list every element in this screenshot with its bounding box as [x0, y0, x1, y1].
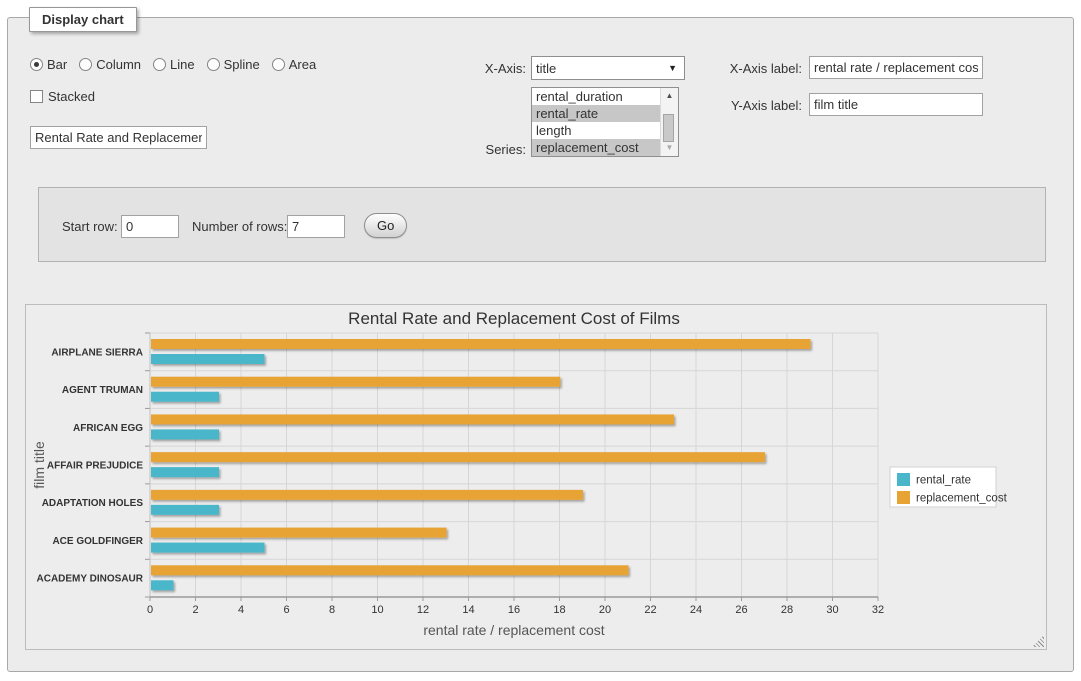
x-tick-label: 28	[781, 604, 793, 616]
x-tick-label: 6	[283, 604, 289, 616]
chart-title: Rental Rate and Replacement Cost of Film…	[348, 309, 680, 328]
radio-icon[interactable]	[207, 58, 220, 71]
chart-type-radiogroup: Bar Column Line Spline Area	[30, 57, 316, 72]
x-tick-label: 22	[644, 604, 656, 616]
go-button[interactable]: Go	[364, 213, 407, 238]
x-tick-label: 4	[238, 604, 244, 616]
bar-rental_rate[interactable]	[151, 467, 219, 477]
start-row-input[interactable]	[121, 215, 179, 238]
radio-area[interactable]: Area	[272, 57, 316, 72]
y-axis-label-input[interactable]	[809, 93, 983, 116]
chevron-down-icon: ▼	[668, 63, 677, 73]
radio-icon[interactable]	[272, 58, 285, 71]
series-option-rental_rate[interactable]: rental_rate	[532, 105, 660, 122]
bar-rental_rate[interactable]	[151, 505, 219, 515]
x-tick-label: 26	[735, 604, 747, 616]
display-chart-fieldset: Display chart BarColumnLineSplineArea St…	[7, 17, 1074, 672]
radio-label: Area	[289, 57, 316, 72]
x-axis-label-label: X-Axis label:	[702, 61, 802, 76]
x-tick-label: 14	[462, 604, 474, 616]
x-axis-selected-value: title	[536, 61, 668, 76]
x-tick-label: 20	[599, 604, 611, 616]
radio-icon[interactable]	[30, 58, 43, 71]
x-tick-label: 2	[192, 604, 198, 616]
series-option-rental_duration[interactable]: rental_duration	[532, 88, 660, 105]
series-listbox-label: Series:	[436, 142, 526, 157]
radio-spline[interactable]: Spline	[207, 57, 260, 72]
scroll-up-icon[interactable]: ▲	[661, 89, 678, 103]
rows-panel: Start row: Number of rows: Go	[38, 187, 1046, 262]
series-option-replacement_cost[interactable]: replacement_cost	[532, 139, 660, 156]
legend-label-replacement_cost[interactable]: replacement_cost	[916, 493, 1008, 505]
bar-rental_rate[interactable]	[151, 429, 219, 439]
bar-rental_rate[interactable]	[151, 543, 265, 553]
series-listbox-items: rental_durationrental_ratelengthreplacem…	[532, 88, 660, 156]
category-label: ADAPTATION HOLES	[42, 498, 144, 509]
radio-line[interactable]: Line	[153, 57, 195, 72]
fieldset-legend: Display chart	[29, 7, 137, 32]
y-axis-label-label: Y-Axis label:	[702, 98, 802, 113]
x-tick-label: 16	[508, 604, 520, 616]
bar-replacement_cost[interactable]	[151, 490, 583, 500]
series-listbox[interactable]: rental_durationrental_ratelengthreplacem…	[531, 87, 679, 157]
radio-column[interactable]: Column	[79, 57, 141, 72]
legend-label-rental_rate[interactable]: rental_rate	[916, 475, 971, 487]
x-tick-label: 12	[417, 604, 429, 616]
stacked-checkbox[interactable]: Stacked	[30, 89, 95, 104]
x-tick-label: 8	[329, 604, 335, 616]
radio-icon[interactable]	[79, 58, 92, 71]
category-label: ACADEMY DINOSAUR	[37, 574, 144, 585]
scroll-down-icon[interactable]: ▼	[661, 141, 678, 155]
bar-replacement_cost[interactable]	[151, 339, 811, 349]
start-row-label: Start row:	[62, 219, 118, 234]
x-axis-label-input[interactable]	[809, 56, 983, 79]
stacked-label: Stacked	[48, 89, 95, 104]
bar-replacement_cost[interactable]	[151, 452, 765, 462]
radio-icon[interactable]	[153, 58, 166, 71]
category-label: AFFAIR PREJUDICE	[47, 461, 143, 472]
bar-rental_rate[interactable]	[151, 354, 265, 364]
x-tick-label: 0	[147, 604, 153, 616]
chart-legend: rental_rate replacement_cost	[890, 467, 1008, 507]
chart-panel: 02468101214161820222426283032AIRPLANE SI…	[25, 304, 1047, 650]
x-axis-select[interactable]: title ▼	[531, 56, 685, 80]
series-option-length[interactable]: length	[532, 122, 660, 139]
chart-svg: 02468101214161820222426283032AIRPLANE SI…	[26, 305, 1046, 649]
category-label: ACE GOLDFINGER	[52, 536, 143, 547]
bar-rental_rate[interactable]	[151, 392, 219, 402]
x-tick-label: 10	[371, 604, 383, 616]
x-tick-label: 24	[690, 604, 702, 616]
bar-replacement_cost[interactable]	[151, 528, 447, 538]
category-label: AGENT TRUMAN	[62, 385, 143, 396]
bar-replacement_cost[interactable]	[151, 565, 629, 575]
chart-title-input[interactable]	[30, 126, 207, 149]
radio-label: Spline	[224, 57, 260, 72]
y-axis-title: film title	[31, 441, 47, 489]
bar-replacement_cost[interactable]	[151, 377, 560, 387]
series-listbox-scrollbar[interactable]: ▲ ▼	[660, 88, 678, 156]
bar-replacement_cost[interactable]	[151, 414, 674, 424]
category-label: AIRPLANE SIERRA	[51, 347, 143, 358]
radio-label: Bar	[47, 57, 67, 72]
x-axis-title: rental rate / replacement cost	[423, 622, 604, 638]
category-label: AFRICAN EGG	[73, 423, 143, 434]
bar-rental_rate[interactable]	[151, 580, 174, 590]
radio-bar[interactable]: Bar	[30, 57, 67, 72]
num-rows-input[interactable]	[287, 215, 345, 238]
legend-swatch-replacement_cost[interactable]	[897, 491, 910, 504]
x-axis-select-label: X-Axis:	[436, 61, 526, 76]
checkbox-icon[interactable]	[30, 90, 43, 103]
scrollbar-thumb[interactable]	[663, 114, 674, 142]
radio-label: Line	[170, 57, 195, 72]
x-tick-label: 18	[553, 604, 565, 616]
x-tick-label: 30	[826, 604, 838, 616]
radio-label: Column	[96, 57, 141, 72]
num-rows-label: Number of rows:	[192, 219, 287, 234]
x-tick-label: 32	[872, 604, 884, 616]
legend-swatch-rental_rate[interactable]	[897, 473, 910, 486]
